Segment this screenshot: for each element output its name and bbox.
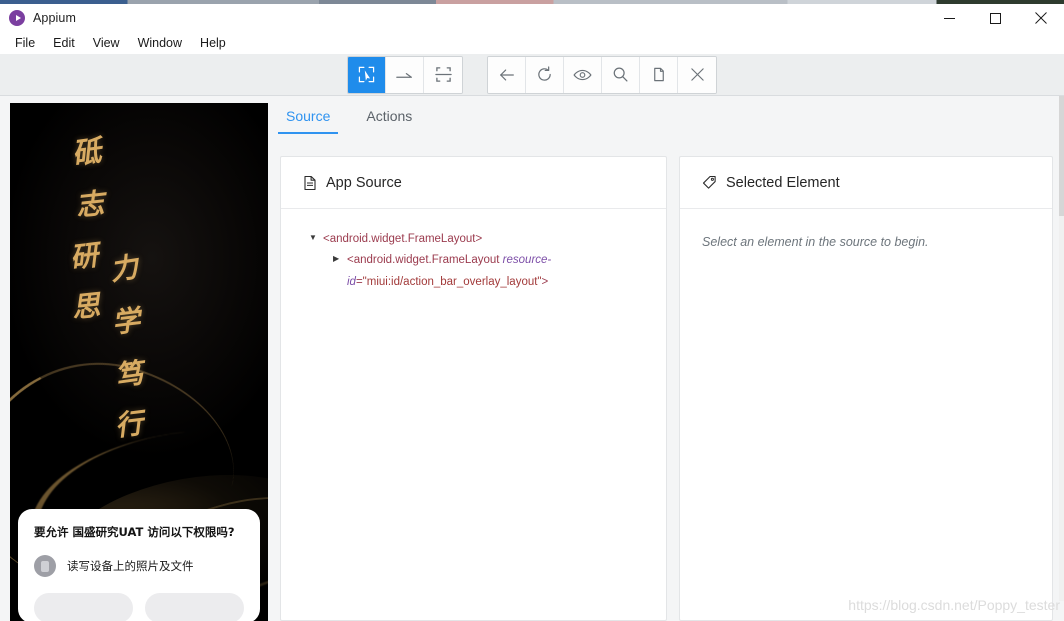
permission-label: 读写设备上的照片及文件 bbox=[67, 559, 194, 573]
menu-item-file[interactable]: File bbox=[6, 34, 44, 52]
permission-dialog-title: 要允许 国盛研究UAT 访问以下权限吗? bbox=[34, 525, 235, 540]
app-source-panel: App Source ▼ <android.widget.FrameLayout… bbox=[280, 156, 667, 621]
close-x-icon[interactable] bbox=[678, 56, 716, 93]
inspector-tabs: Source Actions bbox=[278, 108, 440, 142]
selected-element-body: Select an element in the source to begin… bbox=[680, 209, 1052, 265]
window-controls bbox=[926, 4, 1064, 32]
copy-document-icon[interactable] bbox=[640, 56, 678, 93]
vertical-scrollbar[interactable] bbox=[1059, 96, 1064, 601]
permission-dialog: 要允许 国盛研究UAT 访问以下权限吗? 读写设备上的照片及文件 bbox=[18, 509, 260, 621]
app-source-title: App Source bbox=[326, 174, 402, 191]
tree-node-attr-eq: = bbox=[355, 275, 363, 288]
splash-character: 研 bbox=[68, 238, 100, 275]
permission-row: 读写设备上的照片及文件 bbox=[34, 555, 244, 577]
permission-allow-button[interactable] bbox=[145, 593, 244, 621]
tree-node-label: <android.widget.FrameLayout> bbox=[323, 233, 483, 245]
maximize-icon[interactable] bbox=[972, 4, 1018, 32]
permission-dialog-buttons bbox=[34, 593, 244, 621]
menu-item-view[interactable]: View bbox=[84, 34, 129, 52]
tree-node-tag: <android.widget.FrameLayout bbox=[347, 254, 503, 267]
inspector-content: Source Actions App Source ▼ <android.wid… bbox=[278, 96, 1064, 621]
tab-source[interactable]: Source bbox=[278, 108, 339, 134]
menu-item-window[interactable]: Window bbox=[129, 34, 191, 52]
splash-character: 力 bbox=[107, 250, 141, 287]
selected-element-panel: Selected Element Select an element in th… bbox=[679, 156, 1053, 621]
tab-actions[interactable]: Actions bbox=[358, 108, 420, 134]
refresh-icon[interactable] bbox=[526, 56, 564, 93]
tree-node-label: <android.widget.FrameLayout resource-id=… bbox=[347, 250, 652, 293]
tree-node-root[interactable]: ▼ <android.widget.FrameLayout> bbox=[295, 229, 652, 250]
tree-node-child[interactable]: ▶ <android.widget.FrameLayout resource-i… bbox=[295, 250, 652, 293]
swipe-arrow-icon[interactable] bbox=[386, 56, 424, 93]
device-splash-screen: 砥 志 研 思 力 学 笃 行 要允许 国盛研究UAT 访问以下权限吗? 读写设… bbox=[10, 103, 268, 621]
crop-frame-icon[interactable] bbox=[424, 56, 462, 93]
title-bar: Appium bbox=[0, 4, 1064, 32]
app-source-body: ▼ <android.widget.FrameLayout> ▶ <androi… bbox=[281, 209, 666, 303]
inspector-toolbar bbox=[0, 54, 1064, 96]
session-actions-group bbox=[487, 55, 717, 94]
menu-item-help[interactable]: Help bbox=[191, 34, 235, 52]
tree-node-tag-close: > bbox=[541, 275, 549, 288]
splash-character: 思 bbox=[70, 288, 102, 325]
eye-icon[interactable] bbox=[564, 56, 602, 93]
permission-deny-button[interactable] bbox=[34, 593, 133, 621]
splash-character: 行 bbox=[113, 406, 145, 443]
appium-logo-icon bbox=[9, 10, 25, 26]
tag-icon bbox=[702, 175, 717, 190]
caret-right-icon[interactable]: ▶ bbox=[333, 250, 347, 266]
selected-element-placeholder: Select an element in the source to begin… bbox=[702, 235, 929, 249]
splash-character: 笃 bbox=[112, 356, 146, 393]
photos-files-icon bbox=[34, 555, 56, 577]
arrow-left-icon[interactable] bbox=[488, 56, 526, 93]
caret-down-icon[interactable]: ▼ bbox=[309, 229, 323, 245]
close-icon[interactable] bbox=[1018, 4, 1064, 32]
app-source-header: App Source bbox=[281, 157, 666, 209]
menu-item-edit[interactable]: Edit bbox=[44, 34, 84, 52]
minimize-icon[interactable] bbox=[926, 4, 972, 32]
tree-node-attr-value: "miui:id/action_bar_overlay_layout" bbox=[362, 275, 542, 288]
splash-character: 砥 bbox=[69, 133, 104, 171]
appium-inspector-window: Appium File Edit View Window Help 砥 志 研 … bbox=[0, 0, 1064, 621]
selected-element-title: Selected Element bbox=[726, 174, 840, 191]
scrollbar-thumb[interactable] bbox=[1059, 96, 1064, 216]
main-area: 砥 志 研 思 力 学 笃 行 要允许 国盛研究UAT 访问以下权限吗? 读写设… bbox=[0, 96, 1064, 621]
source-tree: ▼ <android.widget.FrameLayout> ▶ <androi… bbox=[295, 229, 652, 293]
interaction-mode-group bbox=[347, 55, 463, 94]
window-title: Appium bbox=[33, 11, 76, 25]
splash-character: 志 bbox=[74, 186, 106, 223]
selected-element-header: Selected Element bbox=[680, 157, 1052, 209]
device-screenshot[interactable]: 砥 志 研 思 力 学 笃 行 要允许 国盛研究UAT 访问以下权限吗? 读写设… bbox=[10, 103, 268, 621]
magnifier-icon[interactable] bbox=[602, 56, 640, 93]
menu-bar: File Edit View Window Help bbox=[0, 32, 1064, 54]
splash-character: 学 bbox=[110, 303, 142, 340]
select-element-button[interactable] bbox=[348, 56, 386, 93]
file-document-icon bbox=[303, 175, 317, 191]
